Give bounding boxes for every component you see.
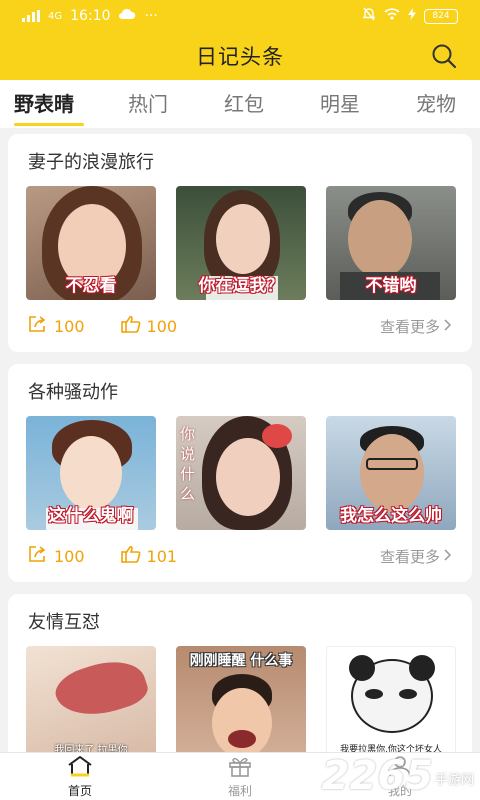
thumbs-up-icon (120, 545, 141, 567)
sticker-thumbnail[interactable]: 不错哟 (326, 186, 456, 300)
sticker-caption: 刚刚睡醒 什么事 (189, 653, 293, 669)
top-bar: 4G 16:10 ··· 824 日记头条 (0, 0, 480, 80)
share-icon (28, 315, 48, 337)
cloud-icon (118, 8, 136, 24)
sticker-caption: 你在逗我？ (198, 276, 284, 296)
card-title: 妻子的浪漫旅行 (28, 152, 154, 173)
search-icon[interactable] (430, 42, 458, 70)
card-footer: 100 100 查看更多 (28, 314, 452, 338)
card-title: 友情互怼 (28, 612, 100, 633)
tab-celebrity[interactable]: 明星 (320, 80, 360, 128)
sticker-caption: 我怎么这么帅 (340, 506, 442, 526)
tab-red-packet[interactable]: 红包 (224, 80, 264, 128)
charging-icon (408, 8, 416, 24)
card-footer: 100 101 查看更多 (28, 544, 452, 568)
view-more-link[interactable]: 查看更多 (380, 316, 452, 337)
sticker-card[interactable]: 各种骚动作 这什么鬼啊 你说什么 我怎么这么帅 100 101 查看更多 (8, 364, 472, 582)
share-icon (28, 545, 48, 567)
sticker-thumbnail[interactable]: 刚刚睡醒 什么事 (176, 646, 306, 760)
gift-icon (227, 755, 253, 780)
sticker-card[interactable]: 妻子的浪漫旅行 不忍看 你在逗我？ 不错哟 100 100 查看更多 (8, 134, 472, 352)
app-header: 日记头条 (0, 32, 480, 80)
thumbnail-row: 我回来了 拉黑你 刚刚睡醒 什么事 我要拉黑你,你这个坏女人 (26, 646, 456, 760)
home-icon (67, 755, 93, 780)
sticker-thumbnail[interactable]: 我怎么这么帅 (326, 416, 456, 530)
thumbs-up-icon (120, 315, 141, 337)
sticker-caption: 这什么鬼啊 (48, 506, 134, 526)
chevron-right-icon (444, 547, 452, 565)
sticker-card[interactable]: 友情互怼 我回来了 拉黑你 刚刚睡醒 什么事 我要拉黑你,你这个坏女人 (8, 594, 472, 764)
site-watermark: 2265 手游网 (321, 753, 474, 799)
sticker-caption: 你说什么 (180, 425, 196, 503)
sticker-thumbnail[interactable]: 我要拉黑你,你这个坏女人 (326, 646, 456, 760)
nav-welfare[interactable]: 福利 (160, 753, 320, 800)
sticker-caption: 不错哟 (365, 276, 417, 296)
share-count[interactable]: 100 (28, 545, 85, 567)
mute-icon (362, 7, 376, 25)
sticker-thumbnail[interactable]: 你说什么 (176, 416, 306, 530)
sticker-caption: 不忍看 (65, 276, 117, 296)
status-bar: 4G 16:10 ··· 824 (0, 0, 480, 32)
status-time: 16:10 (70, 8, 111, 24)
sticker-thumbnail[interactable]: 这什么鬼啊 (26, 416, 156, 530)
view-more-link[interactable]: 查看更多 (380, 546, 452, 567)
tab-hot[interactable]: 热门 (128, 80, 168, 128)
tab-pets[interactable]: 宠物 (416, 80, 456, 128)
sticker-thumbnail[interactable]: 你在逗我？ (176, 186, 306, 300)
signal-icon (22, 10, 40, 22)
page-title: 日记头条 (196, 45, 284, 69)
wifi-icon (384, 8, 400, 24)
tab-yebiaoqing[interactable]: 野表晴 (14, 80, 84, 128)
share-count[interactable]: 100 (28, 315, 85, 337)
sticker-thumbnail[interactable]: 我回来了 拉黑你 (26, 646, 156, 760)
like-count[interactable]: 101 (120, 545, 177, 567)
battery-indicator: 824 (424, 8, 458, 24)
sticker-thumbnail[interactable]: 不忍看 (26, 186, 156, 300)
thumbnail-row: 不忍看 你在逗我？ 不错哟 (26, 186, 456, 300)
card-title: 各种骚动作 (28, 382, 118, 403)
nav-home[interactable]: 首页 (0, 753, 160, 800)
status-carrier: 4G (48, 10, 63, 22)
thumbnail-row: 这什么鬼啊 你说什么 我怎么这么帅 (26, 416, 456, 530)
category-tabs: 野表晴 热门 红包 明星 宠物 (0, 80, 480, 128)
like-count[interactable]: 100 (120, 315, 177, 337)
chevron-right-icon (444, 317, 452, 335)
more-dots-icon: ··· (144, 8, 158, 24)
